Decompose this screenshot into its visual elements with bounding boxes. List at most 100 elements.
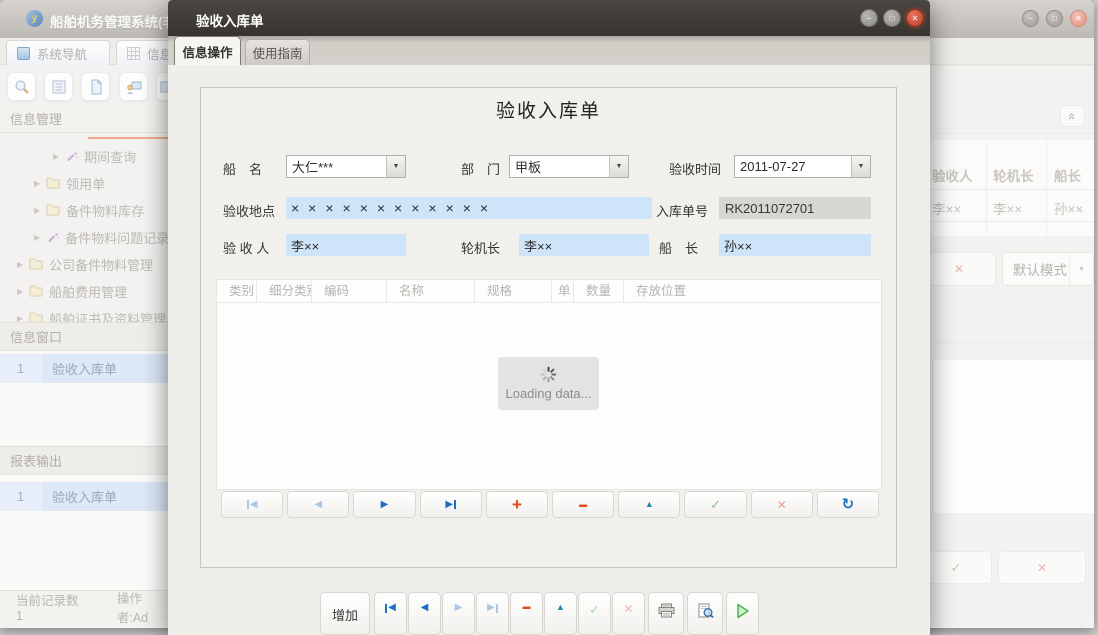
expand-arrow-icon[interactable]: ▶ — [17, 287, 23, 296]
next-record-icon: ▶ — [455, 603, 463, 613]
collapse-panel-button[interactable]: « — [1060, 105, 1085, 127]
minimize-button[interactable]: − — [1022, 10, 1039, 27]
toolbar-prior-button[interactable]: ◀ — [408, 592, 441, 635]
column-header-code[interactable]: 编码 — [312, 280, 387, 302]
toolbar-delete-button[interactable]: ▬ — [510, 592, 543, 635]
edit-record-button[interactable]: ▲ — [618, 491, 680, 518]
maximize-button[interactable]: □ — [1046, 10, 1063, 27]
expand-arrow-icon[interactable]: ▶ — [17, 260, 23, 269]
window-icon — [17, 47, 30, 60]
prior-record-icon: ◀ — [421, 603, 429, 613]
column-header-captain[interactable]: 船长 — [1054, 165, 1081, 185]
department-select[interactable]: 甲板 ▼ — [509, 155, 629, 178]
folder-icon — [46, 204, 60, 216]
expand-arrow-icon[interactable]: ▶ — [34, 179, 40, 188]
prior-record-icon: ◀ — [314, 500, 322, 510]
post-button-faded[interactable]: ✓ — [920, 551, 992, 584]
department-label: 部 门 — [461, 159, 500, 178]
folder-icon — [29, 285, 43, 297]
chief-engineer-input[interactable]: 李×× — [519, 234, 649, 256]
toolbar-last-button[interactable]: ▶ — [476, 592, 509, 635]
wand-icon — [46, 231, 59, 244]
list-item[interactable]: 1 验收入库单 — [0, 354, 170, 383]
cell-captain: 孙×× — [1054, 198, 1083, 218]
toolbar-cancel-button[interactable]: ✕ — [612, 592, 645, 635]
modal-close-button[interactable]: ✕ — [906, 9, 924, 27]
accept-place-label: 验收地点 — [223, 201, 275, 220]
tree-item-period-query[interactable]: ▶ 期间查询 — [53, 143, 136, 169]
column-header-name[interactable]: 名称 — [387, 280, 475, 302]
refresh-records-button[interactable]: ↻ — [817, 491, 879, 518]
delete-record-button[interactable]: ▬ — [552, 491, 614, 518]
ship-select[interactable]: 大仁*** ▼ — [286, 155, 406, 178]
loading-indicator: Loading data... — [498, 357, 599, 410]
captain-input[interactable]: 孙×× — [719, 234, 871, 256]
expand-arrow-icon[interactable]: ▶ — [34, 206, 40, 215]
info-window-list: 1 验收入库单 — [0, 351, 170, 446]
report-button[interactable] — [44, 72, 73, 101]
next-record-icon: ▶ — [381, 500, 389, 510]
cancel-button-faded[interactable]: ✕ — [922, 252, 996, 286]
tree-item-spare-stock[interactable]: ▶ 备件物料库存 — [34, 197, 144, 223]
chevron-down-icon[interactable]: ▼ — [609, 156, 628, 177]
tree-item-company-spares[interactable]: ▶ 公司备件物料管理 — [17, 251, 153, 277]
document-icon — [88, 79, 104, 95]
column-header-category[interactable]: 类别 — [217, 280, 257, 302]
tab-system-nav[interactable]: 系统导航 — [6, 40, 110, 65]
print-preview-button[interactable] — [687, 592, 723, 635]
column-header-spec[interactable]: 规格 — [475, 280, 552, 302]
add-button[interactable]: 增加 — [320, 592, 370, 635]
section-info-window: 信息窗口 — [0, 322, 170, 351]
toolbar-edit-button[interactable]: ▲ — [544, 592, 577, 635]
tree-item-ship-expenses[interactable]: ▶ 船舶费用管理 — [17, 278, 127, 304]
record-count: 当前记录数 1 — [16, 590, 85, 623]
column-header-subcategory[interactable]: 细分类别 — [257, 280, 312, 302]
accept-place-input[interactable]: ×××××××××××× — [286, 197, 652, 219]
report-icon — [51, 79, 67, 95]
close-button[interactable]: ✕ — [1070, 10, 1087, 27]
column-header-location[interactable]: 存放位置 — [624, 280, 881, 302]
user-chart-icon — [126, 79, 142, 95]
column-header-acceptor[interactable]: 验收人 — [932, 165, 973, 185]
chevron-down-icon: ▼ — [1069, 253, 1093, 285]
modal-title: 验收入库单 — [196, 10, 264, 30]
last-record-button[interactable]: ▶ — [420, 491, 482, 518]
insert-record-button[interactable]: + — [486, 491, 548, 518]
toolbar-next-button[interactable]: ▶ — [442, 592, 475, 635]
folder-icon — [46, 177, 60, 189]
modal-minimize-button[interactable]: − — [860, 9, 878, 27]
expand-arrow-icon[interactable]: ▶ — [53, 152, 59, 161]
list-item[interactable]: 1 验收入库单 — [0, 482, 170, 511]
acceptor-input[interactable]: 李×× — [286, 234, 406, 256]
column-header-quantity[interactable]: 数量 — [574, 280, 624, 302]
prior-record-button[interactable]: ◀ — [287, 491, 349, 518]
toolbar-first-button[interactable]: ◀ — [374, 592, 407, 635]
toolbar-post-button[interactable]: ✓ — [578, 592, 611, 635]
cancel-button-faded-2[interactable]: ✕ — [998, 551, 1086, 584]
chevron-down-icon[interactable]: ▼ — [851, 156, 870, 177]
user-chart-button[interactable] — [119, 72, 148, 101]
tab-user-guide[interactable]: 使用指南 — [245, 39, 310, 65]
run-report-button[interactable] — [726, 592, 759, 635]
entry-no-field: RK2011072701 — [719, 197, 871, 219]
expand-arrow-icon[interactable]: ▶ — [34, 233, 40, 242]
print-button[interactable] — [648, 592, 684, 635]
chevron-down-icon[interactable]: ▼ — [386, 156, 405, 177]
next-record-button[interactable]: ▶ — [353, 491, 415, 518]
column-header-chief-engineer[interactable]: 轮机长 — [993, 165, 1034, 185]
cancel-record-button[interactable]: ✕ — [751, 491, 813, 518]
tree-item-requisition[interactable]: ▶ 领用单 — [34, 170, 105, 196]
accept-time-label: 验收时间 — [669, 159, 721, 178]
document-button[interactable] — [81, 72, 110, 101]
accept-time-select[interactable]: 2011-07-27 ▼ — [734, 155, 871, 178]
search-button[interactable] — [7, 72, 36, 101]
right-detail-panel — [932, 360, 1094, 513]
tab-info-operation[interactable]: 信息操作 — [174, 36, 241, 65]
modal-maximize-button[interactable]: □ — [883, 9, 901, 27]
tree-item-spare-issue-log[interactable]: ▶ 备件物料问题记录 — [34, 224, 169, 250]
section-info-management: 信息管理 — [0, 104, 170, 133]
post-record-button[interactable]: ✓ — [684, 491, 746, 518]
mode-select[interactable]: 默认模式 ▼ — [1002, 252, 1094, 286]
first-record-button[interactable]: ◀ — [221, 491, 283, 518]
column-header-unit[interactable]: 单 — [552, 280, 574, 302]
